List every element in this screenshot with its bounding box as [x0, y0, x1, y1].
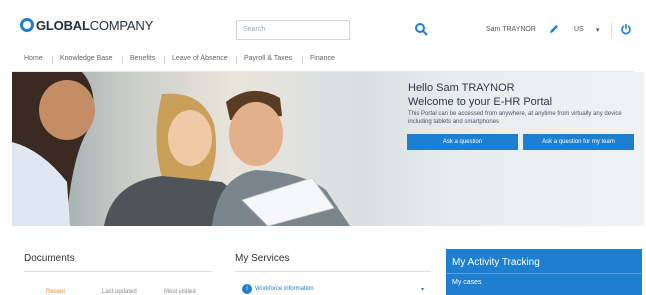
company-logo[interactable]: GLOBALCOMPANY — [20, 16, 153, 34]
header: GLOBALCOMPANY Search Sam TRAYNOR US ▾ — [0, 0, 646, 48]
main-navigation: Home Knowledge Base Benefits Leave of Ab… — [0, 48, 646, 70]
user-name[interactable]: Sam TRAYNOR — [486, 26, 536, 33]
chevron-down-icon[interactable]: ▾ — [596, 26, 600, 34]
hero-greeting: Hello Sam TRAYNOR — [408, 82, 515, 94]
service-item-label: Workforce information — [255, 286, 314, 292]
nav-separator — [52, 56, 53, 64]
tab-last-updated[interactable]: Last updated — [102, 289, 137, 295]
logo-mark — [20, 18, 34, 32]
power-icon[interactable] — [620, 23, 632, 35]
logo-bold-text: GLOBAL — [36, 17, 90, 33]
activity-title: My Activity Tracking — [452, 257, 540, 268]
nav-separator — [302, 56, 303, 64]
nav-separator — [164, 56, 165, 64]
activity-item-my-cases[interactable]: My cases — [452, 279, 482, 286]
service-item-workforce[interactable]: i Workforce information — [242, 284, 314, 294]
tab-recent[interactable]: Recent — [46, 289, 65, 295]
services-divider — [235, 271, 431, 272]
nav-item-finance[interactable]: Finance — [310, 55, 335, 62]
nav-item-home[interactable]: Home — [24, 55, 43, 62]
documents-divider — [24, 271, 212, 272]
search-input[interactable]: Search — [236, 20, 350, 40]
activity-panel: My Activity Tracking My cases — [446, 249, 642, 295]
ask-question-button[interactable]: Ask a question — [407, 134, 518, 150]
nav-separator — [122, 56, 123, 64]
tab-most-visited[interactable]: Most visited — [164, 289, 196, 295]
hero-banner: Hello Sam TRAYNOR Welcome to your E-HR P… — [12, 72, 644, 226]
documents-title: Documents — [24, 253, 75, 264]
divider — [611, 22, 612, 38]
language-selector[interactable]: US — [574, 26, 584, 33]
nav-item-knowledge-base[interactable]: Knowledge Base — [60, 55, 113, 62]
services-title: My Services — [235, 253, 290, 264]
activity-divider — [446, 273, 642, 274]
hero-welcome: Welcome to your E-HR Portal — [408, 96, 553, 108]
nav-item-benefits[interactable]: Benefits — [130, 55, 155, 62]
logo-rest-text: COMPANY — [89, 17, 154, 33]
nav-separator — [236, 56, 237, 64]
hero-description: This Portal can be accessed from anywher… — [408, 111, 622, 125]
search-icon[interactable] — [414, 22, 428, 36]
ask-question-team-button[interactable]: Ask a question for my team — [523, 134, 634, 150]
nav-item-payroll-taxes[interactable]: Payroll & Taxes — [244, 55, 292, 62]
nav-item-leave-of-absence[interactable]: Leave of Absence — [172, 55, 228, 62]
pencil-icon[interactable] — [548, 23, 560, 35]
chevron-down-icon[interactable]: ▾ — [421, 286, 424, 293]
info-icon: i — [242, 284, 252, 294]
